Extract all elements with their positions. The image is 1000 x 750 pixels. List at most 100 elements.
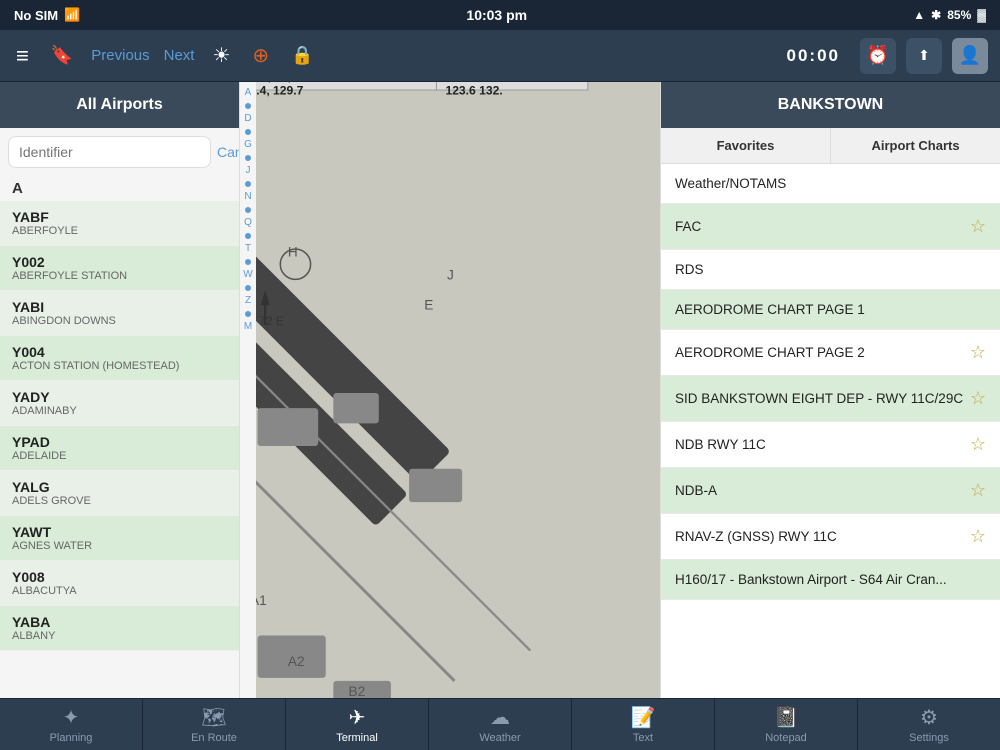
airports-list: A YABF ABERFOYLE Y002 ABERFOYLE STATION … bbox=[0, 176, 239, 698]
status-right: ▲ ✱ 85% ▓ bbox=[913, 8, 986, 22]
en-route-label: En Route bbox=[191, 732, 237, 744]
alarm-button[interactable]: ⏰ bbox=[860, 38, 896, 74]
terminal-label: Terminal bbox=[336, 732, 378, 744]
settings-icon: ⚙ bbox=[920, 705, 938, 730]
avatar-button[interactable]: 👤 bbox=[952, 38, 988, 74]
notepad-label: Notepad bbox=[765, 732, 807, 744]
planning-label: Planning bbox=[50, 732, 93, 744]
airports-panel: All Airports Cancel A YABF ABERFOYLE Y00… bbox=[0, 82, 240, 698]
cancel-button[interactable]: Cancel bbox=[217, 136, 240, 168]
menu-button[interactable]: ≡ bbox=[12, 39, 33, 73]
tab-favorites[interactable]: Favorites bbox=[661, 128, 831, 163]
tab-weather[interactable]: ☁ Weather bbox=[429, 699, 572, 750]
battery-icon: ▓ bbox=[977, 8, 986, 22]
list-item[interactable]: Y002 ABERFOYLE STATION bbox=[0, 246, 239, 291]
main-area: Georeference Available AD S33 5 25 MAY 2… bbox=[0, 82, 1000, 698]
index-dot bbox=[245, 207, 251, 213]
list-item[interactable]: AERODROME CHART PAGE 1 bbox=[661, 290, 1000, 330]
index-m[interactable]: M bbox=[244, 320, 252, 334]
list-item[interactable]: YAWT AGNES WATER bbox=[0, 516, 239, 561]
index-n[interactable]: N bbox=[244, 190, 251, 204]
list-item[interactable]: AERODROME CHART PAGE 2 ☆ bbox=[661, 330, 1000, 376]
bookmark-button[interactable]: 🔖 bbox=[47, 41, 77, 70]
tab-notepad[interactable]: 📓 Notepad bbox=[715, 699, 858, 750]
list-item[interactable]: Y008 ALBACUTYA bbox=[0, 561, 239, 606]
list-item[interactable]: H160/17 - Bankstown Airport - S64 Air Cr… bbox=[661, 560, 1000, 600]
dropdown-overlay: All Airports Cancel A YABF ABERFOYLE Y00… bbox=[0, 82, 1000, 698]
list-item[interactable]: YALG ADELS GROVE bbox=[0, 471, 239, 516]
weather-icon: ☁ bbox=[490, 705, 510, 730]
list-item[interactable]: RNAV-Z (GNSS) RWY 11C ☆ bbox=[661, 514, 1000, 560]
list-item[interactable]: SID BANKSTOWN EIGHT DEP - RWY 11C/29C ☆ bbox=[661, 376, 1000, 422]
list-item[interactable]: Y004 ACTON STATION (HOMESTEAD) bbox=[0, 336, 239, 381]
star-icon[interactable]: ☆ bbox=[970, 434, 986, 455]
index-dot bbox=[245, 155, 251, 161]
bluetooth-icon: ✱ bbox=[931, 8, 941, 22]
timer-display: 00:00 bbox=[787, 46, 840, 66]
previous-button[interactable]: Previous bbox=[91, 47, 149, 64]
brightness-button[interactable]: ☀ bbox=[208, 39, 234, 72]
index-dot bbox=[245, 285, 251, 291]
airports-panel-header: All Airports bbox=[0, 82, 239, 128]
bankstown-tabs: Favorites Airport Charts bbox=[661, 128, 1000, 164]
index-dot bbox=[245, 259, 251, 265]
circle-button[interactable]: ⊕ bbox=[248, 39, 273, 72]
notepad-icon: 📓 bbox=[774, 705, 799, 730]
star-icon[interactable]: ☆ bbox=[970, 216, 986, 237]
search-input[interactable] bbox=[8, 136, 211, 168]
weather-label: Weather bbox=[479, 732, 520, 744]
index-g[interactable]: G bbox=[244, 138, 252, 152]
index-dot bbox=[245, 103, 251, 109]
index-z[interactable]: Z bbox=[245, 294, 251, 308]
list-item[interactable]: YABF ABERFOYLE bbox=[0, 201, 239, 246]
status-left: No SIM 📶 bbox=[14, 7, 80, 23]
nav-icon: ▲ bbox=[913, 8, 925, 22]
chart-spacer bbox=[256, 82, 660, 698]
index-dot bbox=[245, 129, 251, 135]
list-item[interactable]: YADY ADAMINABY bbox=[0, 381, 239, 426]
star-icon[interactable]: ☆ bbox=[970, 526, 986, 547]
export-button[interactable]: ⬆︎ bbox=[906, 38, 942, 74]
tab-text[interactable]: 📝 Text bbox=[572, 699, 715, 750]
bankstown-panel: BANKSTOWN Favorites Airport Charts Weath… bbox=[660, 82, 1000, 698]
star-icon[interactable]: ☆ bbox=[970, 480, 986, 501]
tab-settings[interactable]: ⚙ Settings bbox=[858, 699, 1000, 750]
settings-label: Settings bbox=[909, 732, 949, 744]
wifi-icon: 📶 bbox=[64, 7, 80, 23]
index-dot bbox=[245, 233, 251, 239]
list-item[interactable]: YABI ABINGDON DOWNS bbox=[0, 291, 239, 336]
tab-terminal[interactable]: ✈ Terminal bbox=[286, 699, 429, 750]
list-item[interactable]: Weather/NOTAMS bbox=[661, 164, 1000, 204]
star-icon[interactable]: ☆ bbox=[970, 388, 986, 409]
list-item[interactable]: YABA ALBANY bbox=[0, 606, 239, 651]
carrier-label: No SIM bbox=[14, 8, 58, 23]
toolbar: ≡ 🔖 Previous Next ☀ ⊕ 🔒 00:00 ⏰ ⬆︎ 👤 bbox=[0, 30, 1000, 82]
planning-icon: ✦ bbox=[63, 705, 80, 730]
tab-airport-charts[interactable]: Airport Charts bbox=[831, 128, 1000, 163]
index-w[interactable]: W bbox=[243, 268, 252, 282]
airports-search: Cancel bbox=[0, 128, 239, 176]
tab-planning[interactable]: ✦ Planning bbox=[0, 699, 143, 750]
tab-bar: ✦ Planning 🗺 En Route ✈ Terminal ☁ Weath… bbox=[0, 698, 1000, 750]
battery-label: 85% bbox=[947, 8, 971, 22]
list-item[interactable]: NDB-A ☆ bbox=[661, 468, 1000, 514]
en-route-icon: 🗺 bbox=[201, 705, 226, 730]
index-d[interactable]: D bbox=[244, 112, 251, 126]
lock-button[interactable]: 🔒 bbox=[287, 41, 317, 70]
list-item[interactable]: YPAD ADELAIDE bbox=[0, 426, 239, 471]
star-icon[interactable]: ☆ bbox=[970, 342, 986, 363]
index-j[interactable]: J bbox=[246, 164, 251, 178]
index-a[interactable]: A bbox=[245, 86, 252, 100]
list-item[interactable]: NDB RWY 11C ☆ bbox=[661, 422, 1000, 468]
section-header-a: A bbox=[0, 176, 239, 201]
toolbar-right: 00:00 ⏰ ⬆︎ 👤 bbox=[787, 38, 988, 74]
index-q[interactable]: Q bbox=[244, 216, 252, 230]
tab-en-route[interactable]: 🗺 En Route bbox=[143, 699, 286, 750]
list-item[interactable]: FAC ☆ bbox=[661, 204, 1000, 250]
toolbar-left: ≡ 🔖 Previous Next ☀ ⊕ 🔒 bbox=[12, 39, 773, 73]
next-button[interactable]: Next bbox=[164, 47, 195, 64]
list-item[interactable]: RDS bbox=[661, 250, 1000, 290]
index-dot bbox=[245, 181, 251, 187]
status-bar: No SIM 📶 10:03 pm ▲ ✱ 85% ▓ bbox=[0, 0, 1000, 30]
index-t[interactable]: T bbox=[245, 242, 251, 256]
